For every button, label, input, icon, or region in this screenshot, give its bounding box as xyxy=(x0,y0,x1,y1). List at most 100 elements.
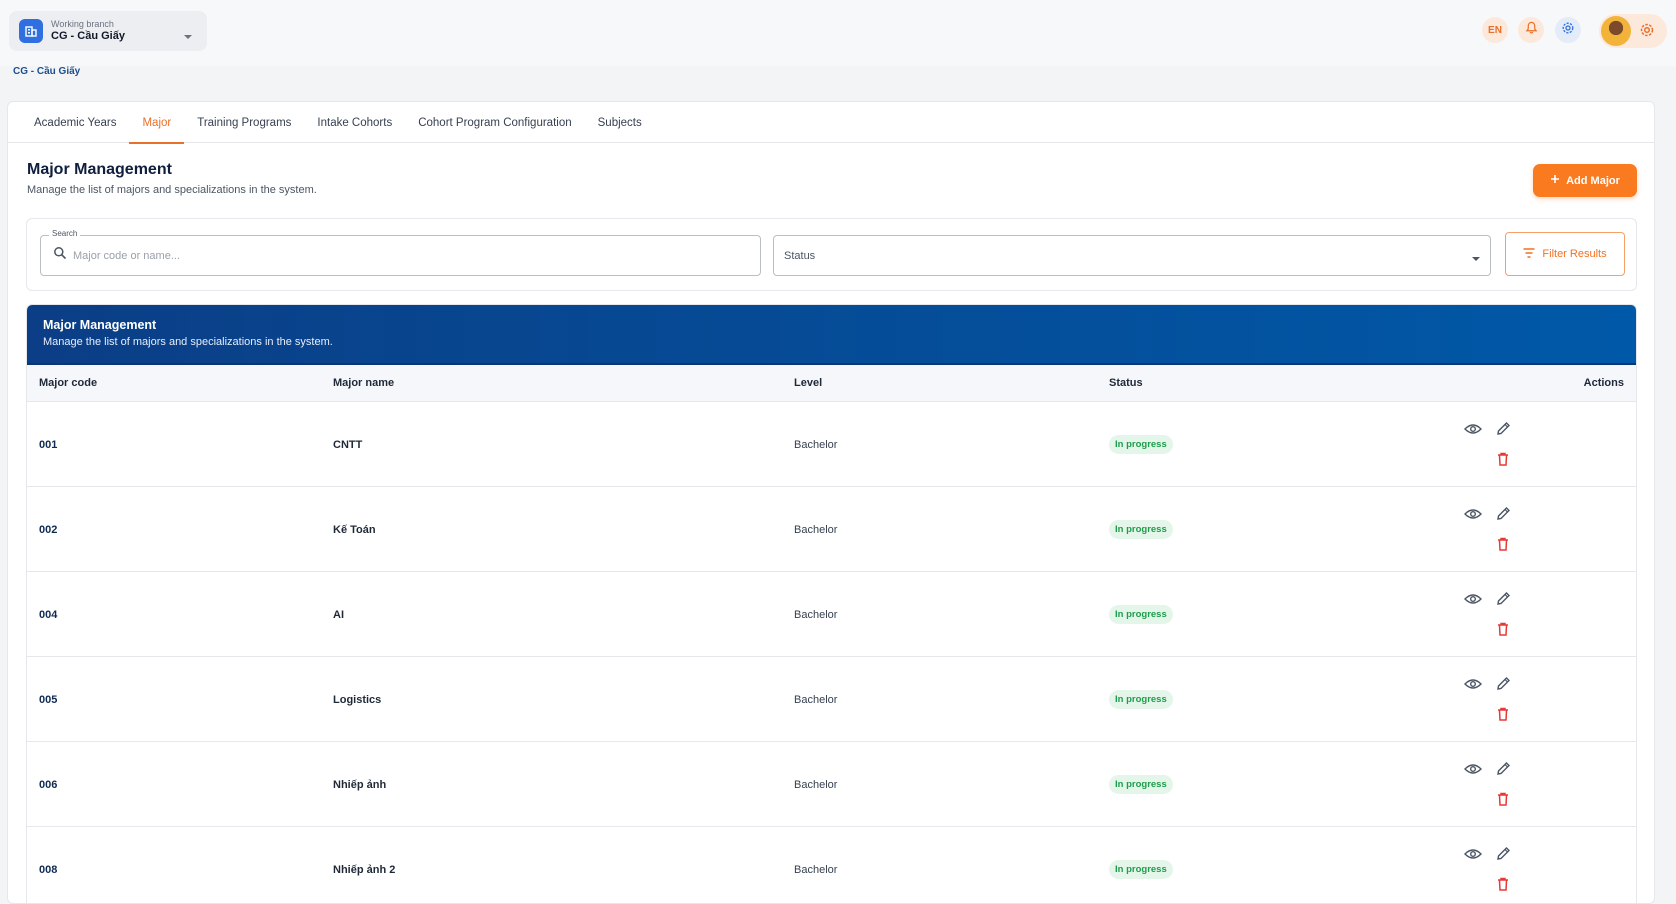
tab-intake-cohorts[interactable]: Intake Cohorts xyxy=(304,102,405,143)
trash-icon xyxy=(1497,877,1509,894)
filter-icon xyxy=(1523,247,1535,261)
trash-icon xyxy=(1497,707,1509,724)
tab-bar: Academic Years Major Training Programs I… xyxy=(8,102,1654,144)
view-button[interactable] xyxy=(1463,505,1483,525)
tab-cohort-program-configuration[interactable]: Cohort Program Configuration xyxy=(405,102,584,143)
delete-button[interactable] xyxy=(1493,705,1513,725)
major-code[interactable]: 008 xyxy=(39,864,57,876)
delete-button[interactable] xyxy=(1493,535,1513,555)
eye-icon xyxy=(1464,593,1482,608)
tab-subjects[interactable]: Subjects xyxy=(585,102,655,143)
table-row: 002 Kế Toán Bachelor In progress xyxy=(27,487,1636,572)
notifications-button[interactable] xyxy=(1518,17,1544,43)
table-row: 004 AI Bachelor In progress xyxy=(27,572,1636,657)
top-bar: Working branch CG - Cầu Giấy EN xyxy=(0,0,1676,66)
edit-button[interactable] xyxy=(1493,420,1513,440)
major-name: Nhiếp ảnh xyxy=(333,779,387,791)
gear-icon xyxy=(1561,21,1575,40)
trash-icon xyxy=(1497,537,1509,554)
branch-value: CG - Cầu Giấy xyxy=(51,30,125,42)
column-header-status[interactable]: Status xyxy=(1109,377,1143,389)
eye-icon xyxy=(1464,508,1482,523)
edit-button[interactable] xyxy=(1493,590,1513,610)
major-level: Bachelor xyxy=(794,439,838,451)
gear-icon xyxy=(1639,22,1655,43)
pencil-icon xyxy=(1496,761,1511,779)
view-button[interactable] xyxy=(1463,675,1483,695)
view-button[interactable] xyxy=(1463,420,1483,440)
search-input[interactable] xyxy=(73,249,673,262)
majors-table: Major Management Manage the list of majo… xyxy=(26,304,1637,903)
delete-button[interactable] xyxy=(1493,450,1513,470)
tab-academic-years[interactable]: Academic Years xyxy=(21,102,129,143)
settings-button[interactable] xyxy=(1555,17,1581,43)
delete-button[interactable] xyxy=(1493,620,1513,640)
edit-button[interactable] xyxy=(1493,675,1513,695)
tab-major[interactable]: Major xyxy=(129,102,185,144)
branch-selector[interactable]: Working branch CG - Cầu Giấy xyxy=(9,11,207,51)
table-row: 005 Logistics Bachelor In progress xyxy=(27,657,1636,742)
eye-icon xyxy=(1464,763,1482,778)
table-column-headers: Major code Major name Level Status Actio… xyxy=(27,365,1636,402)
add-major-label: Add Major xyxy=(1566,174,1620,187)
pencil-icon xyxy=(1496,506,1511,524)
bell-icon xyxy=(1525,21,1538,39)
major-code[interactable]: 001 xyxy=(39,439,57,451)
status-badge: In progress xyxy=(1109,775,1173,794)
major-level: Bachelor xyxy=(794,779,838,791)
filter-results-label: Filter Results xyxy=(1542,248,1607,260)
avatar xyxy=(1601,16,1631,46)
view-button[interactable] xyxy=(1463,845,1483,865)
user-menu[interactable] xyxy=(1599,14,1667,48)
breadcrumb[interactable]: CG - Cầu Giấy xyxy=(13,66,80,77)
table-row: 001 CNTT Bachelor In progress xyxy=(27,402,1636,487)
edit-button[interactable] xyxy=(1493,505,1513,525)
status-badge: In progress xyxy=(1109,690,1173,709)
status-select-placeholder: Status xyxy=(784,249,816,262)
trash-icon xyxy=(1497,792,1509,809)
major-name: AI xyxy=(333,609,344,621)
filter-panel: Search Status Filter Results xyxy=(26,218,1637,291)
tab-training-programs[interactable]: Training Programs xyxy=(184,102,304,143)
major-code[interactable]: 004 xyxy=(39,609,57,621)
add-major-button[interactable]: Add Major xyxy=(1533,164,1637,197)
building-icon xyxy=(19,19,43,43)
table-row: 006 Nhiếp ảnh Bachelor In progress xyxy=(27,742,1636,827)
major-name: Logistics xyxy=(333,694,382,706)
pencil-icon xyxy=(1496,421,1511,439)
major-name: Kế Toán xyxy=(333,524,376,536)
pencil-icon xyxy=(1496,591,1511,609)
major-code[interactable]: 005 xyxy=(39,694,57,706)
major-level: Bachelor xyxy=(794,864,838,876)
column-header-name[interactable]: Major name xyxy=(333,377,394,389)
view-button[interactable] xyxy=(1463,590,1483,610)
delete-button[interactable] xyxy=(1493,790,1513,810)
language-button[interactable]: EN xyxy=(1482,17,1508,43)
plus-icon xyxy=(1550,174,1560,187)
trash-icon xyxy=(1497,452,1509,469)
branch-label: Working branch xyxy=(51,19,114,29)
status-badge: In progress xyxy=(1109,605,1173,624)
view-button[interactable] xyxy=(1463,760,1483,780)
major-code[interactable]: 002 xyxy=(39,524,57,536)
filter-results-button[interactable]: Filter Results xyxy=(1505,232,1625,276)
main-card: Academic Years Major Training Programs I… xyxy=(7,101,1655,904)
trash-icon xyxy=(1497,622,1509,639)
eye-icon xyxy=(1464,848,1482,863)
search-field[interactable]: Search xyxy=(40,229,761,276)
status-badge: In progress xyxy=(1109,520,1173,539)
status-badge: In progress xyxy=(1109,860,1173,879)
edit-button[interactable] xyxy=(1493,845,1513,865)
column-header-code[interactable]: Major code xyxy=(39,377,97,389)
table-subtitle: Manage the list of majors and specializa… xyxy=(43,336,333,348)
column-header-level[interactable]: Level xyxy=(794,377,822,389)
major-name: Nhiếp ảnh 2 xyxy=(333,864,396,876)
status-select[interactable]: Status xyxy=(773,235,1491,276)
edit-button[interactable] xyxy=(1493,760,1513,780)
major-code[interactable]: 006 xyxy=(39,779,57,791)
delete-button[interactable] xyxy=(1493,875,1513,895)
table-title: Major Management xyxy=(43,318,157,332)
major-level: Bachelor xyxy=(794,524,838,536)
chevron-down-icon xyxy=(183,27,193,45)
table-row: 008 Nhiếp ảnh 2 Bachelor In progress xyxy=(27,827,1636,903)
